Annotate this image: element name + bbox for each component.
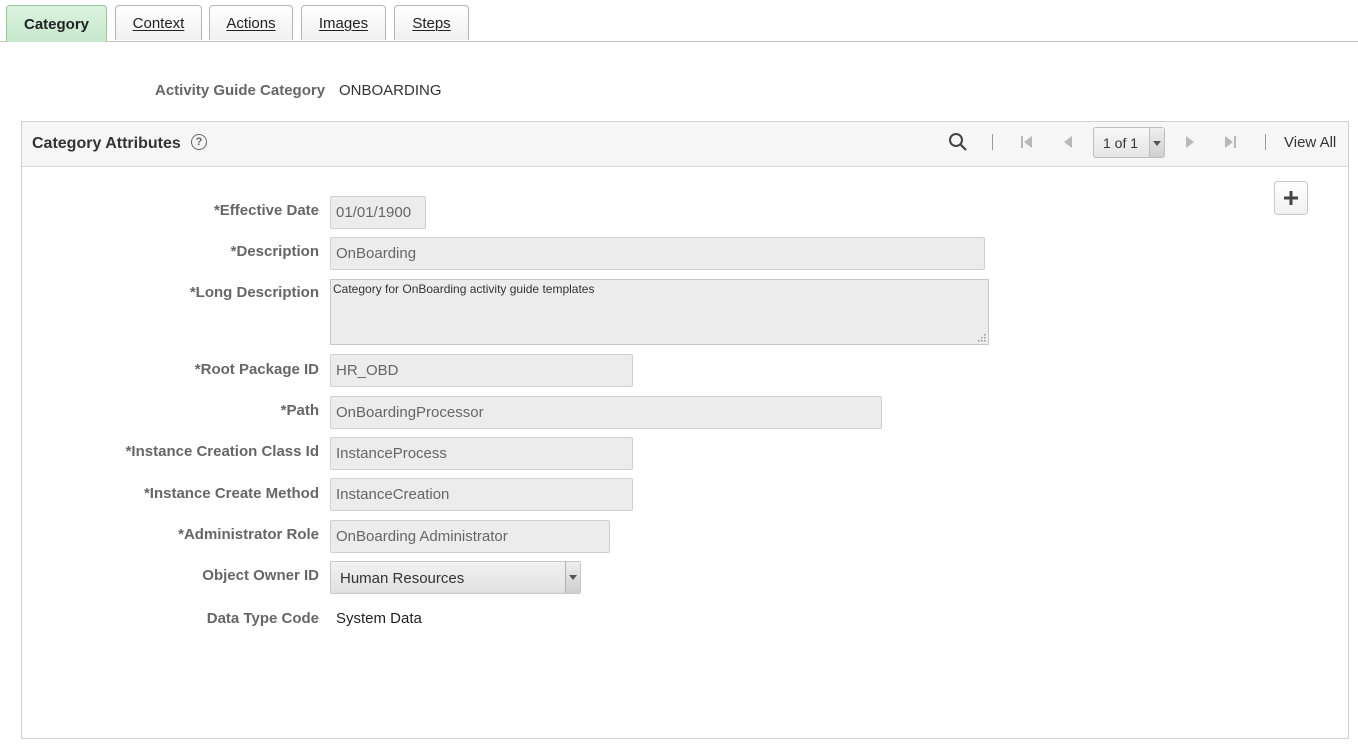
instance-create-method-label: *Instance Create Method bbox=[143, 485, 319, 502]
data-type-code-value: System Data bbox=[336, 610, 422, 627]
separator bbox=[992, 134, 993, 150]
tab-actions[interactable]: Actions bbox=[209, 5, 293, 40]
pager-select[interactable]: 1 of 1 bbox=[1093, 127, 1165, 158]
search-icon[interactable] bbox=[948, 132, 968, 157]
data-type-code-label: Data Type Code bbox=[206, 610, 319, 627]
instance-creation-class-id-field[interactable]: InstanceProcess bbox=[330, 437, 633, 470]
chevron-down-icon[interactable] bbox=[1149, 128, 1164, 157]
next-icon[interactable] bbox=[1183, 134, 1197, 150]
object-owner-id-select[interactable]: Human Resources bbox=[330, 561, 581, 594]
tab-category[interactable]: Category bbox=[6, 5, 107, 42]
description-field[interactable]: OnBoarding bbox=[330, 237, 985, 270]
previous-icon[interactable] bbox=[1061, 134, 1075, 150]
resize-grip-icon[interactable] bbox=[976, 332, 986, 342]
effective-date-field[interactable]: 01/01/1900 bbox=[330, 196, 426, 229]
help-icon[interactable]: ? bbox=[191, 134, 207, 150]
object-owner-id-value: Human Resources bbox=[340, 570, 465, 587]
path-field[interactable]: OnBoardingProcessor bbox=[330, 396, 882, 429]
last-icon[interactable] bbox=[1223, 134, 1237, 150]
tab-context-label: Context bbox=[132, 14, 185, 32]
long-description-text: Category for OnBoarding activity guide t… bbox=[333, 282, 595, 296]
instance-create-method-field[interactable]: InstanceCreation bbox=[330, 478, 633, 511]
tab-images-label: Images bbox=[318, 14, 369, 32]
tab-category-label: Category bbox=[23, 15, 90, 33]
tab-actions-label: Actions bbox=[226, 14, 276, 32]
effective-date-label: *Effective Date bbox=[213, 202, 319, 219]
description-label: *Description bbox=[230, 243, 319, 260]
pager-text: 1 of 1 bbox=[1103, 135, 1139, 151]
tab-steps[interactable]: Steps bbox=[394, 5, 469, 40]
panel-title: Category Attributes bbox=[32, 135, 181, 152]
chevron-down-icon[interactable] bbox=[565, 562, 580, 593]
instance-creation-class-id-label: *Instance Creation Class Id bbox=[125, 443, 319, 460]
tab-images[interactable]: Images bbox=[301, 5, 386, 40]
root-package-id-field[interactable]: HR_OBD bbox=[330, 354, 633, 387]
path-label: *Path bbox=[280, 402, 319, 419]
separator bbox=[1265, 134, 1266, 150]
activity-guide-category-value: ONBOARDING bbox=[339, 82, 442, 99]
add-row-button[interactable] bbox=[1274, 181, 1308, 215]
administrator-role-field[interactable]: OnBoarding Administrator bbox=[330, 520, 610, 553]
root-package-id-label: *Root Package ID bbox=[194, 361, 319, 378]
panel-header: Category Attributes ? 1 of 1 View All bbox=[22, 122, 1348, 167]
add-icon bbox=[1284, 191, 1298, 205]
tab-bar: Category Context Actions Images Steps bbox=[0, 0, 1358, 42]
first-icon[interactable] bbox=[1020, 134, 1034, 150]
object-owner-id-label: Object Owner ID bbox=[202, 567, 319, 584]
long-description-label: *Long Description bbox=[189, 284, 319, 301]
view-all-link[interactable]: View All bbox=[1284, 134, 1336, 151]
tab-steps-label: Steps bbox=[412, 14, 451, 32]
tab-divider bbox=[0, 41, 1358, 42]
tab-context[interactable]: Context bbox=[115, 5, 202, 40]
long-description-textarea[interactable]: Category for OnBoarding activity guide t… bbox=[330, 279, 989, 345]
administrator-role-label: *Administrator Role bbox=[178, 526, 319, 543]
activity-guide-category-label: Activity Guide Category bbox=[155, 82, 326, 99]
